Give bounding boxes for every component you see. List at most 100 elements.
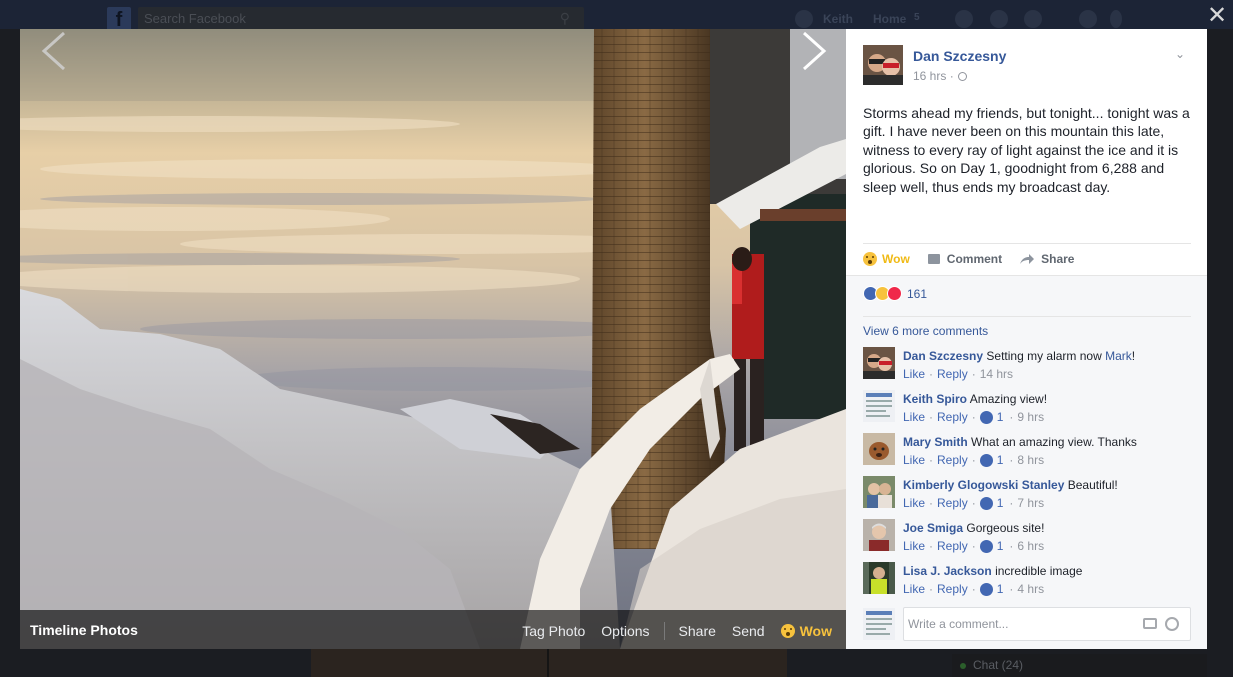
account-menu-icon[interactable] [1110, 10, 1122, 28]
close-icon[interactable]: ✕ [1205, 4, 1229, 28]
love-icon [887, 286, 902, 301]
chevron-left-icon[interactable] [34, 29, 74, 73]
comment-reply-button[interactable]: Reply [937, 367, 968, 381]
comment-like-count[interactable]: 1 [997, 496, 1004, 510]
comment-like-button[interactable]: Like [903, 367, 925, 381]
photo-footer-bar: Timeline Photos Tag Photo Options Share … [20, 610, 846, 649]
comment-like-button[interactable]: Like [903, 410, 925, 424]
comment-like-count[interactable]: 1 [997, 453, 1004, 467]
friend-requests-icon[interactable] [955, 10, 973, 28]
share-button[interactable]: Share [679, 623, 716, 639]
comment-input[interactable]: Write a comment... [903, 607, 1191, 641]
comment-text: incredible image [995, 564, 1083, 578]
chat-bar[interactable]: Chat (24) [952, 654, 1207, 677]
post-author[interactable]: Dan Szczesny [913, 48, 1006, 64]
divider [663, 622, 665, 640]
smile-icon[interactable] [1165, 617, 1179, 631]
comment-text-end: ! [1131, 349, 1136, 363]
avatar[interactable] [863, 519, 895, 551]
comment-like-count[interactable]: 1 [997, 539, 1004, 553]
post-action-bar: Wow Comment Share [863, 243, 1191, 273]
comment-time[interactable]: 6 hrs [1017, 539, 1044, 553]
comment-author[interactable]: Kimberly Glogowski Stanley [903, 478, 1064, 492]
comment-meta: Like · Reply · 1 · 4 hrs [903, 582, 1045, 596]
comment-meta: Like · Reply · 1 · 8 hrs [903, 453, 1045, 467]
mountain-photo [20, 29, 846, 649]
avatar[interactable] [863, 347, 895, 379]
facebook-logo-icon: f [107, 7, 131, 31]
tag-photo-button[interactable]: Tag Photo [522, 623, 585, 639]
globe-icon [957, 72, 967, 81]
share-label: Share [1041, 251, 1075, 266]
comment-time[interactable]: 4 hrs [1017, 582, 1044, 596]
post-text: Storms ahead my friends, but tonight... … [863, 105, 1190, 195]
like-icon [979, 453, 993, 467]
comment-item: Kimberly Glogowski Stanley Beautiful! Li… [863, 476, 1193, 516]
comment-author[interactable]: Keith Spiro [903, 392, 967, 406]
comment-like-button[interactable]: Like [903, 453, 925, 467]
comment-item: Lisa J. Jackson incredible image Like · R… [863, 562, 1193, 602]
avatar[interactable] [863, 433, 895, 465]
notifications-icon[interactable] [1024, 10, 1042, 28]
search-input[interactable]: Search Facebook ⚲ [138, 7, 584, 31]
options-button[interactable]: Options [601, 623, 649, 639]
avatar [863, 608, 895, 640]
share-post-button[interactable]: Share [1020, 252, 1074, 266]
reaction-summary[interactable]: 161 [863, 286, 927, 301]
post-side-panel: Dan Szczesny 16 hrs · ⌄ Storms ahead my … [846, 29, 1207, 649]
comment-time[interactable]: 7 hrs [1017, 496, 1044, 510]
comment-time[interactable]: 8 hrs [1017, 453, 1044, 467]
comment-reply-button[interactable]: Reply [937, 410, 968, 424]
comment-like-button[interactable]: Like [903, 582, 925, 596]
comment-like-button[interactable]: Like [903, 539, 925, 553]
avatar[interactable] [863, 390, 895, 422]
comment-item: Dan Szczesny Setting my alarm now Mark! … [863, 347, 1193, 387]
comment-reply-button[interactable]: Reply [937, 496, 968, 510]
profile-avatar[interactable] [795, 10, 813, 28]
comment-reply-button[interactable]: Reply [937, 539, 968, 553]
wow-label: Wow [799, 623, 832, 639]
comment-time[interactable]: 14 hrs [980, 367, 1013, 381]
album-title[interactable]: Timeline Photos [30, 622, 138, 638]
comment-like-button[interactable]: Like [903, 496, 925, 510]
comment-text: Beautiful! [1067, 478, 1118, 492]
nav-user-name[interactable]: Keith [823, 12, 853, 26]
comment-text: What an amazing view. Thanks [971, 435, 1137, 449]
comment-meta: Like · Reply · 1 · 9 hrs [903, 410, 1045, 424]
comment-reply-button[interactable]: Reply [937, 453, 968, 467]
comment-mention[interactable]: Mark [1105, 349, 1132, 363]
chevron-right-icon[interactable] [794, 29, 834, 73]
photo-viewer: Timeline Photos Tag Photo Options Share … [20, 29, 846, 649]
messages-icon[interactable] [990, 10, 1008, 28]
reaction-count: 161 [907, 286, 928, 301]
top-nav-bar: f Search Facebook ⚲ Keith Home 5 [0, 0, 1233, 31]
comment-author[interactable]: Joe Smiga [903, 521, 963, 535]
nav-home[interactable]: Home [873, 12, 906, 26]
comment-like-count[interactable]: 1 [997, 410, 1004, 424]
comment-author[interactable]: Mary Smith [903, 435, 968, 449]
avatar[interactable] [863, 45, 903, 85]
post-time-text[interactable]: 16 hrs [913, 69, 946, 83]
send-button[interactable]: Send [732, 623, 765, 639]
like-icon [979, 539, 993, 553]
avatar[interactable] [863, 476, 895, 508]
camera-icon[interactable] [1143, 618, 1157, 629]
comment-button[interactable]: Comment [927, 252, 1002, 266]
comment-time[interactable]: 9 hrs [1017, 410, 1044, 424]
online-status-icon [960, 663, 966, 669]
comment-reply-button[interactable]: Reply [937, 582, 968, 596]
nav-home-count: 5 [914, 12, 920, 23]
avatar[interactable] [863, 562, 895, 594]
comment-text: Gorgeous site! [966, 521, 1045, 535]
comment-author[interactable]: Dan Szczesny [903, 349, 983, 363]
view-more-comments-link[interactable]: View 6 more comments [863, 324, 988, 338]
comment-like-count[interactable]: 1 [997, 582, 1004, 596]
search-icon[interactable]: ⚲ [560, 10, 570, 27]
wow-button[interactable]: Wow [863, 251, 910, 266]
quick-help-icon[interactable] [1079, 10, 1097, 28]
chevron-down-icon[interactable]: ⌄ [1173, 47, 1187, 61]
share-icon [1020, 253, 1035, 264]
comment-author[interactable]: Lisa J. Jackson [903, 564, 992, 578]
divider [863, 316, 1191, 317]
wow-reaction-button[interactable]: Wow [780, 623, 832, 639]
